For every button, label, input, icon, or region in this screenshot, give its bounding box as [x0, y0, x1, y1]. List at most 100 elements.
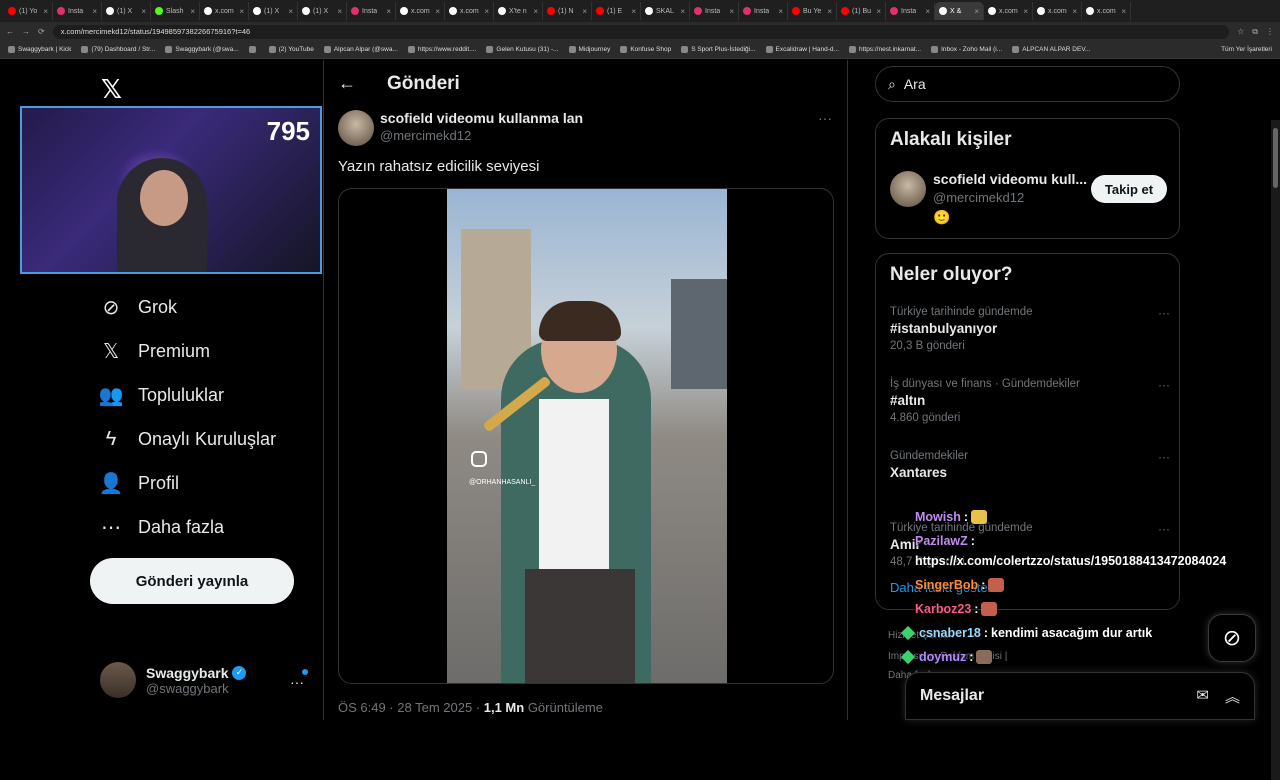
- nav-item-topluluklar[interactable]: 👥 Topluluklar: [99, 384, 225, 407]
- bookmark-item[interactable]: Inbox - Zoho Mail (i...: [931, 46, 1002, 53]
- browser-tab[interactable]: Insta ×: [690, 2, 739, 20]
- tab-close-icon[interactable]: ×: [533, 7, 538, 16]
- tab-close-icon[interactable]: ×: [288, 7, 293, 16]
- browser-tab[interactable]: Bu Ye ×: [788, 2, 837, 20]
- url-field[interactable]: x.com/mercimekd12/status/194985973822667…: [52, 24, 1230, 39]
- tab-close-icon[interactable]: ×: [435, 7, 440, 16]
- star-icon[interactable]: ☆: [1237, 27, 1244, 36]
- grok-floating-button[interactable]: ⊘: [1208, 614, 1256, 662]
- tab-close-icon[interactable]: ×: [386, 7, 391, 16]
- bookmark-item[interactable]: S Sport Plus-İstediği...: [681, 46, 756, 53]
- browser-tab[interactable]: x.com ×: [396, 2, 445, 20]
- trend-more-icon[interactable]: ···: [1158, 378, 1170, 392]
- bookmark-item[interactable]: Gelen Kutusu (31) -...: [486, 46, 559, 53]
- trend-item[interactable]: Gündemdekiler Xantares ···: [890, 450, 1170, 480]
- related-handle[interactable]: @mercimekd12: [933, 190, 1024, 205]
- browser-tab[interactable]: X'te n ×: [494, 2, 543, 20]
- back-nav-icon[interactable]: ←: [6, 27, 14, 36]
- bookmark-item[interactable]: https://nest.inkarnat...: [848, 46, 921, 53]
- tab-close-icon[interactable]: ×: [876, 7, 881, 16]
- bookmark-item[interactable]: ALPCAN ALPAR DEV...: [1012, 46, 1090, 53]
- messages-drawer[interactable]: Mesajlar ✉ ︽: [905, 672, 1255, 720]
- post-author-name[interactable]: scofield videomu kullanma lan: [380, 110, 583, 126]
- browser-tab[interactable]: Insta ×: [347, 2, 396, 20]
- post-author-handle[interactable]: @mercimekd12: [380, 128, 471, 143]
- trend-item[interactable]: İş dünyası ve finans · Gündemdekiler #alt…: [890, 378, 1170, 424]
- browser-tab[interactable]: SKAL ×: [641, 2, 690, 20]
- tab-close-icon[interactable]: ×: [92, 7, 97, 16]
- browser-tab[interactable]: Slash ×: [151, 2, 200, 20]
- trend-more-icon[interactable]: ···: [1158, 450, 1170, 464]
- post-more-icon[interactable]: ···: [818, 110, 832, 126]
- nav-item-daha-fazla[interactable]: ⋯ Daha fazla: [100, 516, 224, 539]
- post-author-avatar[interactable]: [338, 110, 374, 146]
- nav-item-premium[interactable]: 𝕏 Premium: [100, 340, 210, 363]
- expand-chevron-icon[interactable]: ︽: [1225, 686, 1240, 707]
- tab-close-icon[interactable]: ×: [729, 7, 734, 16]
- tab-close-icon[interactable]: ×: [680, 7, 685, 16]
- tab-close-icon[interactable]: ×: [582, 7, 587, 16]
- new-message-icon[interactable]: ✉: [1196, 686, 1209, 707]
- bookmark-item[interactable]: https://www.reddit....: [407, 46, 476, 53]
- nav-item-profil[interactable]: 👤 Profil: [99, 472, 179, 495]
- bookmark-item[interactable]: Swaggybark (@swa...: [165, 46, 239, 53]
- nav-item-grok[interactable]: ⊘ Grok: [100, 296, 177, 319]
- bookmark-item[interactable]: Excalidraw | Hand-d...: [765, 46, 839, 53]
- bookmark-item[interactable]: (79) Dashboard / Str...: [81, 46, 155, 53]
- video-player[interactable]: @ORHANHASANLI_: [447, 189, 727, 683]
- browser-tab[interactable]: (1) X ×: [249, 2, 298, 20]
- tab-close-icon[interactable]: ×: [778, 7, 783, 16]
- post-button[interactable]: Gönderi yayınla: [90, 558, 294, 604]
- browser-tab[interactable]: (1) X ×: [102, 2, 151, 20]
- bookmark-item[interactable]: Swaggybark | Kick: [8, 46, 71, 53]
- trend-item[interactable]: Türkiye tarihinde gündemde #istanbulyanıy…: [890, 306, 1170, 352]
- follow-button[interactable]: Takip et: [1091, 175, 1167, 203]
- tab-close-icon[interactable]: ×: [1072, 7, 1077, 16]
- reload-icon[interactable]: ⟳: [38, 27, 45, 36]
- bookmark-item[interactable]: Midjourney: [568, 46, 610, 53]
- browser-tab[interactable]: Insta ×: [53, 2, 102, 20]
- bookmark-item[interactable]: (2) YouTube: [268, 46, 314, 53]
- browser-tab[interactable]: x.com ×: [445, 2, 494, 20]
- tab-close-icon[interactable]: ×: [43, 7, 48, 16]
- tab-close-icon[interactable]: ×: [190, 7, 195, 16]
- related-avatar[interactable]: [890, 171, 926, 207]
- tab-close-icon[interactable]: ×: [239, 7, 244, 16]
- all-bookmarks[interactable]: Tüm Yer İşaretleri: [1221, 46, 1272, 53]
- search-input[interactable]: ⌕ Ara: [875, 66, 1180, 102]
- trend-more-icon[interactable]: ···: [1158, 306, 1170, 320]
- browser-tab[interactable]: x.com ×: [1033, 2, 1082, 20]
- browser-tab[interactable]: x.com ×: [200, 2, 249, 20]
- browser-tab[interactable]: Insta ×: [739, 2, 788, 20]
- x-logo-icon[interactable]: 𝕏: [101, 74, 122, 105]
- tab-close-icon[interactable]: ×: [141, 7, 146, 16]
- nav-item-onaylı-kuruluşlar[interactable]: ϟ Onaylı Kuruluşlar: [100, 428, 276, 450]
- forward-nav-icon[interactable]: →: [22, 27, 30, 36]
- browser-tab[interactable]: x.com ×: [984, 2, 1033, 20]
- tab-close-icon[interactable]: ×: [1023, 7, 1028, 16]
- browser-tab[interactable]: (1) Yo ×: [4, 2, 53, 20]
- browser-tab[interactable]: (1) X ×: [298, 2, 347, 20]
- extensions-icon[interactable]: ⧉: [1252, 27, 1258, 37]
- post-timestamp[interactable]: ÖS 6:49 · 28 Tem 2025 ·: [338, 700, 484, 715]
- bookmark-item[interactable]: Alpcan Alpar (@swa...: [323, 46, 398, 53]
- tab-close-icon[interactable]: ×: [1121, 7, 1126, 16]
- page-scrollbar[interactable]: [1271, 120, 1280, 780]
- tab-close-icon[interactable]: ×: [827, 7, 832, 16]
- browser-tab[interactable]: (1) E ×: [592, 2, 641, 20]
- related-name[interactable]: scofield videomu kull...: [933, 171, 1087, 187]
- tab-close-icon[interactable]: ×: [484, 7, 489, 16]
- browser-tab[interactable]: x.com ×: [1082, 2, 1131, 20]
- bookmark-item[interactable]: Konfuse Shop: [620, 46, 671, 53]
- browser-tab[interactable]: (1) Bu ×: [837, 2, 886, 20]
- account-switcher[interactable]: Swaggybark ✓ @swaggybark: [100, 662, 247, 698]
- browser-tab[interactable]: X & ×: [935, 2, 984, 20]
- tab-close-icon[interactable]: ×: [974, 7, 979, 16]
- tab-close-icon[interactable]: ×: [631, 7, 636, 16]
- tab-close-icon[interactable]: ×: [925, 7, 930, 16]
- tab-close-icon[interactable]: ×: [337, 7, 342, 16]
- bookmark-item[interactable]: [248, 46, 259, 53]
- browser-tab[interactable]: (1) N ×: [543, 2, 592, 20]
- browser-tab[interactable]: Insta ×: [886, 2, 935, 20]
- menu-icon[interactable]: ⋮: [1266, 27, 1274, 36]
